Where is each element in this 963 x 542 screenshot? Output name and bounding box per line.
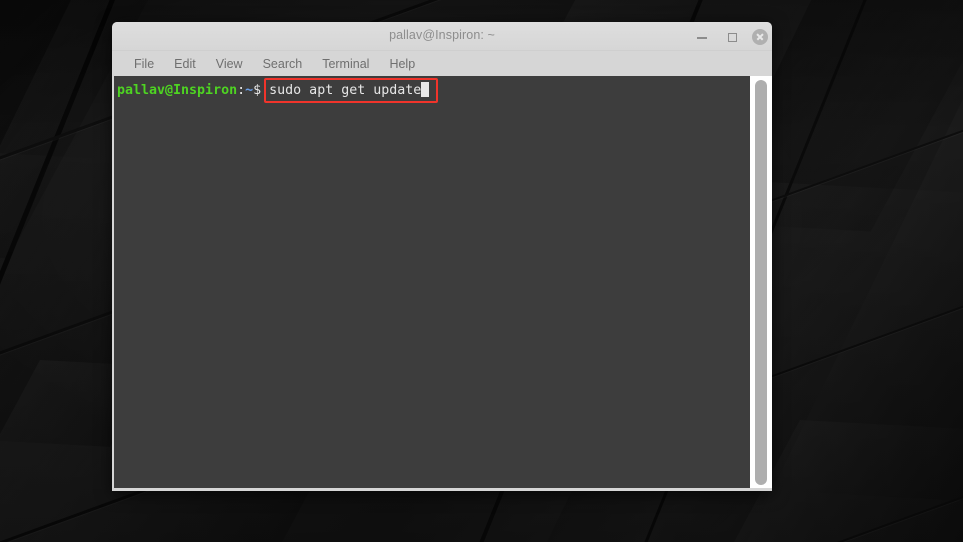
minimize-icon[interactable] [694, 29, 710, 45]
menu-item-edit[interactable]: Edit [164, 55, 206, 73]
terminal-window: pallav@Inspiron: ~ File Edit View Search… [112, 22, 772, 491]
window-titlebar[interactable]: pallav@Inspiron: ~ [112, 22, 772, 51]
terminal-output-area[interactable]: pallav@Inspiron:~$ sudo apt get update [114, 76, 750, 488]
close-icon[interactable] [752, 29, 768, 45]
prompt-path: ~ [245, 83, 254, 98]
command-input[interactable]: sudo apt get update [264, 78, 439, 103]
prompt-symbol: $ [253, 83, 262, 98]
window-title: pallav@Inspiron: ~ [389, 28, 495, 42]
menu-item-search[interactable]: Search [253, 55, 313, 73]
prompt-colon: : [237, 83, 246, 98]
menu-item-terminal[interactable]: Terminal [312, 55, 379, 73]
scrollbar-thumb[interactable] [755, 80, 767, 485]
block-cursor-icon [421, 82, 430, 97]
terminal-scrollbar[interactable] [750, 76, 772, 488]
terminal-body-wrapper: pallav@Inspiron:~$ sudo apt get update [112, 76, 772, 491]
menubar: File Edit View Search Terminal Help [112, 51, 772, 76]
menu-item-view[interactable]: View [206, 55, 253, 73]
terminal-prompt-line: pallav@Inspiron:~$ sudo apt get update [117, 78, 750, 103]
menu-item-help[interactable]: Help [379, 55, 425, 73]
menu-item-file[interactable]: File [132, 55, 164, 73]
command-text: sudo apt get update [269, 83, 422, 98]
window-bottom-border [112, 488, 772, 491]
prompt-user-host: pallav@Inspiron [117, 83, 238, 98]
maximize-icon[interactable] [724, 29, 740, 45]
desktop: pallav@Inspiron: ~ File Edit View Search… [0, 0, 963, 542]
